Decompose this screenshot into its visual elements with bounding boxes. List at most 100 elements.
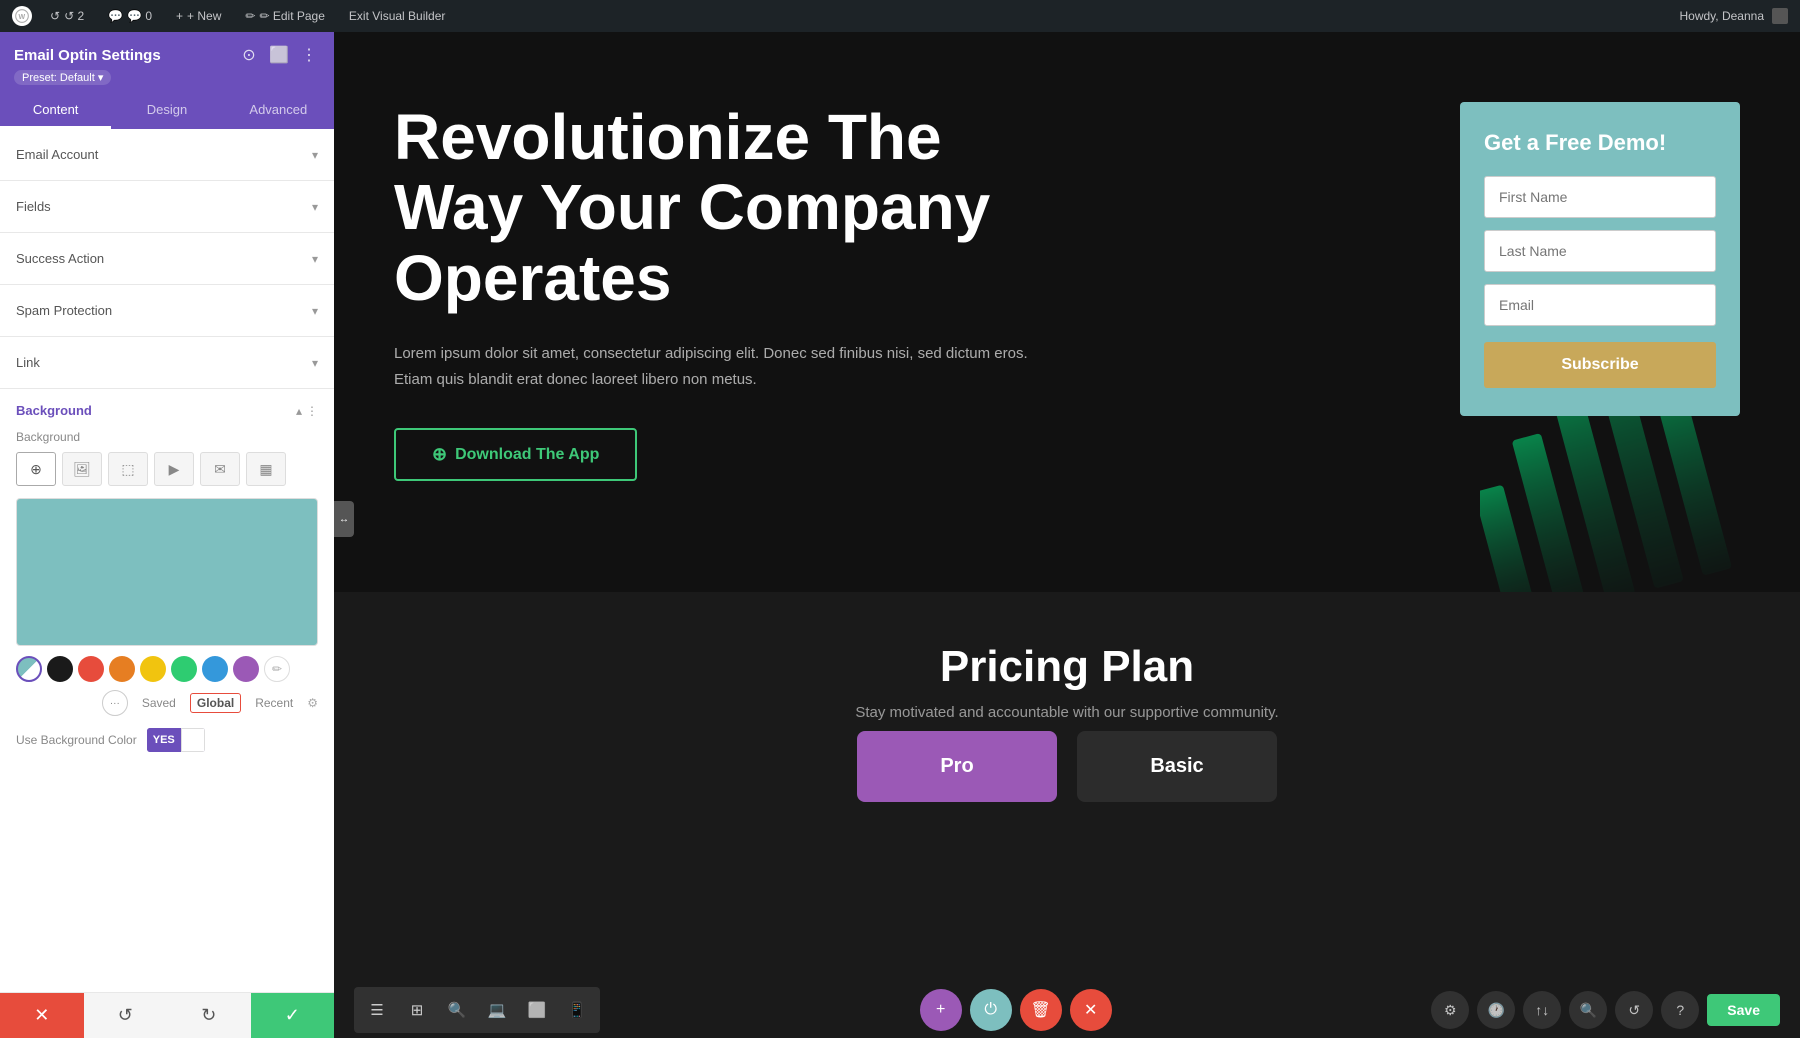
tc-power-button[interactable]: ⏻ [970,989,1012,1031]
accordion-label-fields: Fields [16,199,51,214]
download-app-button[interactable]: ⊕ Download The App [394,428,637,481]
pricing-subtitle: Stay motivated and accountable with our … [394,704,1740,721]
color-swatch-green[interactable] [171,656,197,682]
email-input[interactable] [1484,284,1716,326]
tb-grid-button[interactable]: ⊞ [398,991,436,1029]
background-section-title: Background [16,403,92,418]
preset-row: Preset: Default ▾ [14,70,320,85]
tb-hamburger-button[interactable]: ☰ [358,991,396,1029]
color-picker-eyedropper[interactable] [16,656,42,682]
toolbar-right: ⚙ 🕐 ↑↓ 🔍 ↺ ? Save [1431,991,1780,1029]
tab-design[interactable]: Design [111,93,222,129]
subscribe-button[interactable]: Subscribe [1484,342,1716,388]
yes-toggle[interactable]: YES [147,728,205,752]
svg-text:W: W [19,14,26,21]
last-name-input[interactable] [1484,230,1716,272]
exit-visual-builder[interactable]: Exit Visual Builder [343,0,452,32]
tr-history-button[interactable]: 🕐 [1477,991,1515,1029]
color-tab-saved[interactable]: Saved [138,694,180,712]
color-tab-global[interactable]: Global [190,693,241,713]
color-swatch-yellow[interactable] [140,656,166,682]
tr-undo-button[interactable]: ↺ [1615,991,1653,1029]
accordion-header-email-account[interactable]: Email Account ▾ [0,129,334,180]
tr-layers-button[interactable]: ↑↓ [1523,991,1561,1029]
chevron-down-icon-3: ▾ [312,252,318,266]
save-button[interactable]: Save [1707,994,1780,1026]
accordion-success-action: Success Action ▾ [0,233,334,285]
tc-close-button[interactable]: ✕ [1070,989,1112,1031]
color-swatch-red[interactable] [78,656,104,682]
toolbar-center: + ⏻ 🗑 ✕ [920,989,1112,1031]
color-swatch-black[interactable] [47,656,73,682]
color-tabs-row: ··· Saved Global Recent ⚙ [16,690,318,716]
tb-desktop-button[interactable]: 💻 [478,991,516,1029]
download-btn-label: Download The App [455,446,599,464]
form-card-title: Get a Free Demo! [1484,130,1716,156]
panel-settings-icon[interactable]: ⊙ [238,44,260,66]
tr-search-button[interactable]: 🔍 [1569,991,1607,1029]
site-refresh[interactable]: ↺ ↺ 2 [44,0,90,32]
chevron-up-icon[interactable]: ▴ [296,404,302,418]
tab-advanced[interactable]: Advanced [223,93,334,129]
wp-admin-bar: W ↺ ↺ 2 💬 💬 0 + + New ✏ ✏ Edit Page Exit… [0,0,1800,32]
tc-add-button[interactable]: + [920,989,962,1031]
chevron-down-icon-4: ▾ [312,304,318,318]
color-swatch-blue[interactable] [202,656,228,682]
accordion-link: Link ▾ [0,337,334,389]
preset-badge[interactable]: Preset: Default ▾ [14,70,111,85]
panel-toggle[interactable]: ↔ [334,501,354,537]
first-name-input[interactable] [1484,176,1716,218]
panel-columns-icon[interactable]: ⬜ [268,44,290,66]
bg-type-pattern[interactable]: ✉ [200,452,240,486]
bg-type-video[interactable]: ▶ [154,452,194,486]
admin-comments[interactable]: 💬 💬 0 [102,0,158,32]
tb-mobile-button[interactable]: 📱 [558,991,596,1029]
tc-delete-button[interactable]: 🗑 [1020,989,1062,1031]
hero-description: Lorem ipsum dolor sit amet, consectetur … [394,341,1034,392]
panel-header-icons: ⊙ ⬜ ⋮ [238,44,320,66]
background-sublabel: Background [16,430,318,444]
color-pen-icon[interactable]: ✏ [264,656,290,682]
panel-tabs: Content Design Advanced [0,93,334,129]
hero-title: Revolutionize The Way Your Company Opera… [394,102,1034,313]
accordion-header-success-action[interactable]: Success Action ▾ [0,233,334,284]
wp-logo-icon[interactable]: W [12,6,32,26]
confirm-button[interactable]: ✓ [251,993,335,1038]
tb-tablet-button[interactable]: ⬜ [518,991,556,1029]
color-more-btn[interactable]: ··· [102,690,128,716]
pricing-card-basic-title: Basic [1101,755,1253,778]
bg-type-mask[interactable]: ▦ [246,452,286,486]
color-tab-settings-icon[interactable]: ⚙ [307,696,318,710]
undo-button[interactable]: ↺ [84,993,168,1038]
edit-page-link[interactable]: ✏ ✏ Edit Page [239,0,331,32]
accordion-header-fields[interactable]: Fields ▾ [0,181,334,232]
accordion-label-email-account: Email Account [16,147,98,162]
yes-toggle-label: YES [147,728,181,752]
tb-search-button[interactable]: 🔍 [438,991,476,1029]
comments-icon: 💬 [108,9,123,23]
pricing-card-pro-title: Pro [881,755,1033,778]
bg-type-gradient[interactable]: ⬚ [108,452,148,486]
color-tab-recent[interactable]: Recent [251,694,297,712]
refresh-icon: ↺ [50,9,60,23]
bg-type-image[interactable]: 🖼 [62,452,102,486]
accordion-spam-protection: Spam Protection ▾ [0,285,334,337]
pricing-card-basic: Basic [1077,731,1277,802]
tr-help-button[interactable]: ? [1661,991,1699,1029]
bg-type-solid[interactable]: ⊕ [16,452,56,486]
panel-more-icon[interactable]: ⋮ [298,44,320,66]
chevron-down-icon-5: ▾ [312,356,318,370]
accordion-header-link[interactable]: Link ▾ [0,337,334,388]
tab-content[interactable]: Content [0,93,111,129]
howdy-text: Howdy, Deanna [1680,9,1765,23]
tr-settings-button[interactable]: ⚙ [1431,991,1469,1029]
new-button[interactable]: + + New [170,0,227,32]
accordion-header-spam-protection[interactable]: Spam Protection ▾ [0,285,334,336]
color-swatch-preview[interactable] [16,498,318,646]
redo-button[interactable]: ↻ [167,993,251,1038]
background-settings-icon[interactable]: ⋮ [306,404,318,418]
color-swatch-purple[interactable] [233,656,259,682]
background-type-row: ⊕ 🖼 ⬚ ▶ ✉ ▦ [16,452,318,486]
cancel-button[interactable]: ✕ [0,993,84,1038]
color-swatch-orange[interactable] [109,656,135,682]
